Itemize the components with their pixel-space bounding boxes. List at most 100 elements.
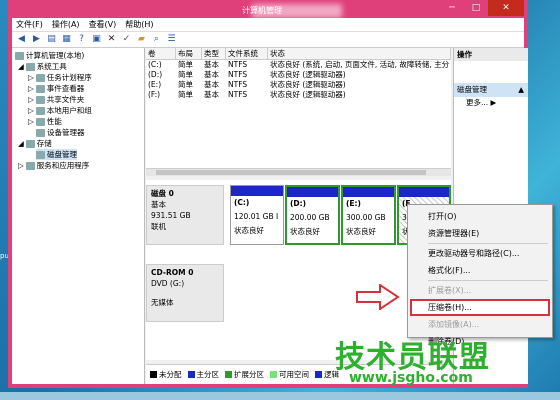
menu-item-explorer[interactable]: 资源管理器(E) (408, 225, 552, 242)
collapse-icon: ▲ (518, 85, 524, 94)
actions-more[interactable]: 更多... ▶ (454, 97, 528, 109)
menu-item-shrink-volume[interactable]: 压缩卷(H)... (410, 299, 550, 316)
column-status[interactable]: 状态 (268, 48, 451, 59)
partition-bar (231, 186, 283, 196)
menu-separator (428, 243, 548, 244)
menu-file[interactable]: 文件(F) (16, 19, 43, 30)
tree-item-storage[interactable]: ◢ 存储 (18, 138, 52, 149)
tools-icon (25, 62, 35, 71)
tree-item-disk-management[interactable]: 磁盘管理 (36, 149, 77, 160)
scrollbar-thumb[interactable] (156, 170, 426, 175)
column-volume[interactable]: 卷 (146, 48, 176, 59)
legend-swatch (315, 371, 322, 378)
partition-d[interactable]: (D:) 200.00 GB 状态良好 (285, 185, 340, 245)
volume-list: 卷 布局 类型 文件系统 状态 (C:) 简单 基本 NTFS 状态良好 (系统, 启动… (146, 48, 451, 168)
disk0-size: 931.51 GB (151, 211, 191, 220)
device-icon (36, 128, 45, 137)
legend-item: 扩展分区 (225, 369, 264, 380)
legend-swatch (150, 371, 157, 378)
navigation-tree: 计算机管理(本地) ◢ 系统工具 ▷ 任务计划程序 ▷ 事件查看器 ▷ 共享文件夹 ▷ 本… (12, 48, 145, 384)
legend-swatch (270, 371, 277, 378)
tree-item-performance[interactable]: ▷ 性能 (28, 116, 62, 127)
menu-help[interactable]: 帮助(H) (125, 19, 153, 30)
legend-swatch (225, 371, 232, 378)
menu-bar: 文件(F) 操作(A) 查看(V) 帮助(H) (12, 18, 524, 32)
column-filesystem[interactable]: 文件系统 (226, 48, 268, 59)
taskbar-strip (0, 392, 560, 400)
legend-item: 未分配 (150, 369, 182, 380)
partition-bar (399, 187, 449, 197)
menu-view[interactable]: 查看(V) (89, 19, 117, 30)
computer-icon (15, 51, 24, 60)
performance-icon (35, 117, 45, 126)
title-bar[interactable]: 计算机管理 ─ □ ✕ (12, 0, 524, 18)
event-icon (35, 84, 45, 93)
actions-group-disk-management[interactable]: 磁盘管理 ▲ (454, 83, 528, 97)
services-icon (25, 161, 35, 170)
table-row[interactable]: (F:) 简单 基本 NTFS 状态良好 (逻辑驱动器) (146, 90, 451, 100)
menu-item-open[interactable]: 打开(O) (408, 208, 552, 225)
back-icon[interactable]: ◀ (16, 34, 27, 45)
partition-bar (343, 187, 394, 197)
list-view-icon[interactable]: ☰ (166, 34, 177, 45)
cdrom-info[interactable]: CD-ROM 0 DVD (G:) 无媒体 (146, 264, 224, 322)
delete-icon[interactable]: ✕ (106, 34, 117, 45)
forward-icon[interactable]: ▶ (31, 34, 42, 45)
partition-e[interactable]: (E:) 300.00 GB 状态良好 (341, 185, 396, 245)
help-icon[interactable]: ? (76, 34, 87, 45)
maximize-icon[interactable]: □ (464, 0, 488, 16)
tree-item-computer-management[interactable]: 计算机管理(本地) (15, 50, 84, 61)
column-type[interactable]: 类型 (202, 48, 226, 59)
tree-item-event-viewer[interactable]: ▷ 事件查看器 (28, 83, 84, 94)
column-layout[interactable]: 布局 (176, 48, 202, 59)
disk-icon (36, 150, 45, 159)
table-row[interactable]: (D:) 简单 基本 NTFS 状态良好 (逻辑驱动器) (146, 70, 451, 80)
menu-separator (428, 280, 548, 281)
table-row[interactable]: (C:) 简单 基本 NTFS 状态良好 (系统, 启动, 页面文件, 活动, 故障转储… (146, 60, 451, 70)
close-icon[interactable]: ✕ (488, 0, 524, 16)
legend-swatch (187, 371, 195, 378)
menu-item-add-mirror: 添加镜像(A)... (428, 320, 480, 329)
tree-item-device-manager[interactable]: 设备管理器 (36, 127, 85, 138)
menu-item-format[interactable]: 格式化(F)... (408, 262, 552, 279)
storage-icon (25, 139, 35, 148)
actions-header: 操作 (454, 48, 528, 61)
tree-item-local-users[interactable]: ▷ 本地用户和组 (28, 105, 92, 116)
legend-item: 可用空间 (270, 369, 309, 380)
search-icon[interactable]: ⌕ (151, 34, 162, 45)
horizontal-scrollbar[interactable] (146, 168, 451, 176)
disk0-name: 磁盘 0 (151, 189, 174, 198)
chevron-right-icon: ▶ (490, 98, 497, 107)
open-folder-icon[interactable]: ▰ (136, 34, 147, 45)
tree-item-services[interactable]: ▷ 服务和应用程序 (18, 160, 89, 171)
disk0-status: 联机 (151, 222, 166, 231)
properties-icon[interactable]: ▦ (61, 34, 72, 45)
window-title: 计算机管理 (242, 6, 282, 15)
context-menu: 打开(O) 资源管理器(E) 更改驱动器号和路径(C)... 格式化(F)...… (407, 204, 553, 346)
shared-folder-icon (35, 95, 45, 104)
cdrom-name: CD-ROM 0 (151, 268, 194, 277)
watermark-url: www.jsgho.com (349, 370, 473, 386)
up-folder-icon[interactable]: ▤ (46, 34, 57, 45)
menu-action[interactable]: 操作(A) (52, 19, 80, 30)
window-controls: ─ □ ✕ (440, 0, 524, 16)
tree-item-task-scheduler[interactable]: ▷ 任务计划程序 (28, 72, 92, 83)
minimize-icon[interactable]: ─ (440, 0, 464, 16)
clock-icon (35, 73, 45, 82)
cdrom-type: DVD (G:) (151, 279, 185, 288)
check-icon[interactable]: ✓ (121, 34, 132, 45)
watermark: 技术员联盟 www.jsgho.com (335, 332, 540, 390)
legend-item: 主分区 (187, 369, 219, 380)
tree-item-system-tools[interactable]: ◢ 系统工具 (18, 61, 67, 72)
toolbar: ◀ ▶ ▤ ▦ ? ▣ ✕ ✓ ▰ ⌕ ☰ (12, 32, 524, 48)
console-icon[interactable]: ▣ (91, 34, 102, 45)
partition-bar (287, 187, 338, 197)
disk0-info[interactable]: 磁盘 0 基本 931.51 GB 联机 (146, 185, 224, 245)
red-arrow-icon (356, 284, 400, 310)
tree-item-shared-folders[interactable]: ▷ 共享文件夹 (28, 94, 84, 105)
partition-c[interactable]: (C:) 120.01 GB I 状态良好 (230, 185, 284, 245)
disk0-type: 基本 (151, 200, 166, 209)
menu-item-extend-volume: 扩展卷(X)... (428, 286, 472, 295)
menu-item-change-drive-letter[interactable]: 更改驱动器号和路径(C)... (408, 245, 552, 262)
table-row[interactable]: (E:) 简单 基本 NTFS 状态良好 (逻辑驱动器) (146, 80, 451, 90)
